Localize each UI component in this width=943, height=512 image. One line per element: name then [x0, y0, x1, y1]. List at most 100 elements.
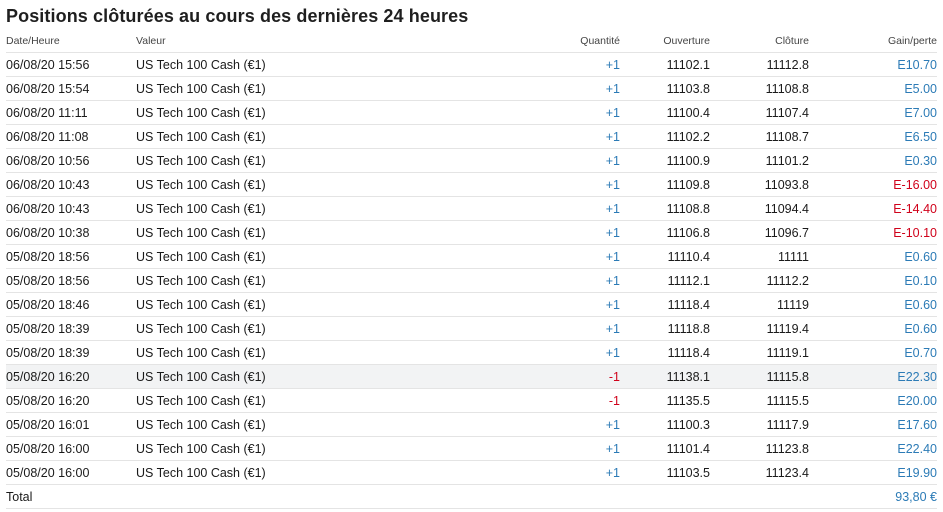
table-body: 06/08/20 15:56 US Tech 100 Cash (€1) +1 111… [6, 52, 937, 485]
cell-cloture: 11094.4 [710, 196, 809, 221]
table-row[interactable]: 05/08/20 18:39 US Tech 100 Cash (€1) +1 111… [6, 316, 937, 341]
cell-valeur: US Tech 100 Cash (€1) [136, 364, 436, 389]
cell-quantite: +1 [436, 412, 620, 437]
cell-ouverture: 11103.8 [620, 76, 710, 101]
cell-date: 05/08/20 18:56 [6, 268, 136, 293]
table-row[interactable]: 05/08/20 16:20 US Tech 100 Cash (€1) -1 111… [6, 364, 937, 389]
cell-cloture: 11093.8 [710, 172, 809, 197]
cell-date: 05/08/20 16:01 [6, 412, 136, 437]
table-row[interactable]: 06/08/20 11:08 US Tech 100 Cash (€1) +1 111… [6, 124, 937, 149]
cell-valeur: US Tech 100 Cash (€1) [136, 268, 436, 293]
cell-ouverture: 11100.9 [620, 148, 710, 173]
cell-date: 05/08/20 18:39 [6, 340, 136, 365]
table-row[interactable]: 05/08/20 18:39 US Tech 100 Cash (€1) +1 111… [6, 340, 937, 365]
cell-gain: E17.60 [809, 412, 937, 437]
cell-ouverture: 11118.4 [620, 340, 710, 365]
total-value: 93,80 € [809, 484, 937, 509]
column-header-ouverture[interactable]: Ouverture [620, 30, 710, 53]
table-row[interactable]: 05/08/20 16:20 US Tech 100 Cash (€1) -1 111… [6, 388, 937, 413]
cell-valeur: US Tech 100 Cash (€1) [136, 340, 436, 365]
cell-cloture: 11096.7 [710, 220, 809, 245]
total-empty-cell [436, 484, 620, 509]
cell-valeur: US Tech 100 Cash (€1) [136, 436, 436, 461]
cell-valeur: US Tech 100 Cash (€1) [136, 388, 436, 413]
cell-gain: E6.50 [809, 124, 937, 149]
cell-cloture: 11123.4 [710, 460, 809, 485]
cell-ouverture: 11135.5 [620, 388, 710, 413]
cell-ouverture: 11118.8 [620, 316, 710, 341]
table-row[interactable]: 05/08/20 16:00 US Tech 100 Cash (€1) +1 111… [6, 436, 937, 461]
cell-gain: E7.00 [809, 100, 937, 125]
cell-date: 05/08/20 18:56 [6, 244, 136, 269]
cell-ouverture: 11106.8 [620, 220, 710, 245]
cell-date: 05/08/20 16:20 [6, 388, 136, 413]
cell-cloture: 11115.5 [710, 388, 809, 413]
cell-date: 06/08/20 11:08 [6, 124, 136, 149]
cell-valeur: US Tech 100 Cash (€1) [136, 244, 436, 269]
cell-cloture: 11111 [710, 244, 809, 269]
table-row[interactable]: 05/08/20 18:46 US Tech 100 Cash (€1) +1 111… [6, 292, 937, 317]
cell-date: 06/08/20 11:11 [6, 100, 136, 125]
table-row[interactable]: 05/08/20 18:56 US Tech 100 Cash (€1) +1 111… [6, 244, 937, 269]
cell-date: 06/08/20 10:43 [6, 196, 136, 221]
cell-cloture: 11119 [710, 292, 809, 317]
cell-date: 05/08/20 16:20 [6, 364, 136, 389]
cell-quantite: +1 [436, 460, 620, 485]
cell-quantite: +1 [436, 196, 620, 221]
cell-cloture: 11119.1 [710, 340, 809, 365]
column-header-date[interactable]: Date/Heure [6, 30, 136, 53]
cell-quantite: +1 [436, 172, 620, 197]
column-header-quantite[interactable]: Quantité [436, 30, 620, 53]
closed-positions-panel: Positions clôturées au cours des dernièr… [0, 0, 943, 509]
cell-quantite: +1 [436, 244, 620, 269]
table-row[interactable]: 06/08/20 10:56 US Tech 100 Cash (€1) +1 111… [6, 148, 937, 173]
table-row[interactable]: 05/08/20 16:01 US Tech 100 Cash (€1) +1 111… [6, 412, 937, 437]
cell-ouverture: 11100.4 [620, 100, 710, 125]
cell-ouverture: 11103.5 [620, 460, 710, 485]
table-row[interactable]: 06/08/20 10:43 US Tech 100 Cash (€1) +1 111… [6, 196, 937, 221]
cell-quantite: +1 [436, 76, 620, 101]
cell-quantite: +1 [436, 268, 620, 293]
cell-ouverture: 11100.3 [620, 412, 710, 437]
cell-quantite: -1 [436, 388, 620, 413]
cell-cloture: 11107.4 [710, 100, 809, 125]
cell-ouverture: 11118.4 [620, 292, 710, 317]
cell-gain: E22.40 [809, 436, 937, 461]
column-header-cloture[interactable]: Clôture [710, 30, 809, 53]
total-row: Total 93,80 € [6, 484, 937, 509]
cell-cloture: 11108.8 [710, 76, 809, 101]
total-empty-cell [710, 484, 809, 509]
positions-table: Date/Heure Valeur Quantité Ouverture Clô… [6, 30, 937, 509]
table-row[interactable]: 06/08/20 10:38 US Tech 100 Cash (€1) +1 111… [6, 220, 937, 245]
cell-valeur: US Tech 100 Cash (€1) [136, 412, 436, 437]
cell-quantite: -1 [436, 364, 620, 389]
cell-ouverture: 11102.2 [620, 124, 710, 149]
cell-valeur: US Tech 100 Cash (€1) [136, 76, 436, 101]
cell-valeur: US Tech 100 Cash (€1) [136, 52, 436, 77]
cell-valeur: US Tech 100 Cash (€1) [136, 124, 436, 149]
cell-gain: E5.00 [809, 76, 937, 101]
cell-quantite: +1 [436, 220, 620, 245]
cell-ouverture: 11109.8 [620, 172, 710, 197]
cell-valeur: US Tech 100 Cash (€1) [136, 172, 436, 197]
table-row[interactable]: 05/08/20 18:56 US Tech 100 Cash (€1) +1 111… [6, 268, 937, 293]
cell-cloture: 11119.4 [710, 316, 809, 341]
cell-quantite: +1 [436, 100, 620, 125]
cell-valeur: US Tech 100 Cash (€1) [136, 220, 436, 245]
column-header-valeur[interactable]: Valeur [136, 30, 436, 53]
cell-gain: E0.60 [809, 292, 937, 317]
cell-date: 06/08/20 10:38 [6, 220, 136, 245]
table-row[interactable]: 05/08/20 16:00 US Tech 100 Cash (€1) +1 111… [6, 460, 937, 485]
column-header-gain[interactable]: Gain/perte [809, 30, 937, 53]
cell-gain: E0.70 [809, 340, 937, 365]
cell-cloture: 11108.7 [710, 124, 809, 149]
table-row[interactable]: 06/08/20 10:43 US Tech 100 Cash (€1) +1 111… [6, 172, 937, 197]
cell-date: 06/08/20 15:56 [6, 52, 136, 77]
table-row[interactable]: 06/08/20 15:56 US Tech 100 Cash (€1) +1 111… [6, 52, 937, 77]
table-row[interactable]: 06/08/20 15:54 US Tech 100 Cash (€1) +1 111… [6, 76, 937, 101]
table-row[interactable]: 06/08/20 11:11 US Tech 100 Cash (€1) +1 111… [6, 100, 937, 125]
cell-gain: E19.90 [809, 460, 937, 485]
cell-date: 05/08/20 18:39 [6, 316, 136, 341]
cell-gain: E0.30 [809, 148, 937, 173]
cell-ouverture: 11110.4 [620, 244, 710, 269]
